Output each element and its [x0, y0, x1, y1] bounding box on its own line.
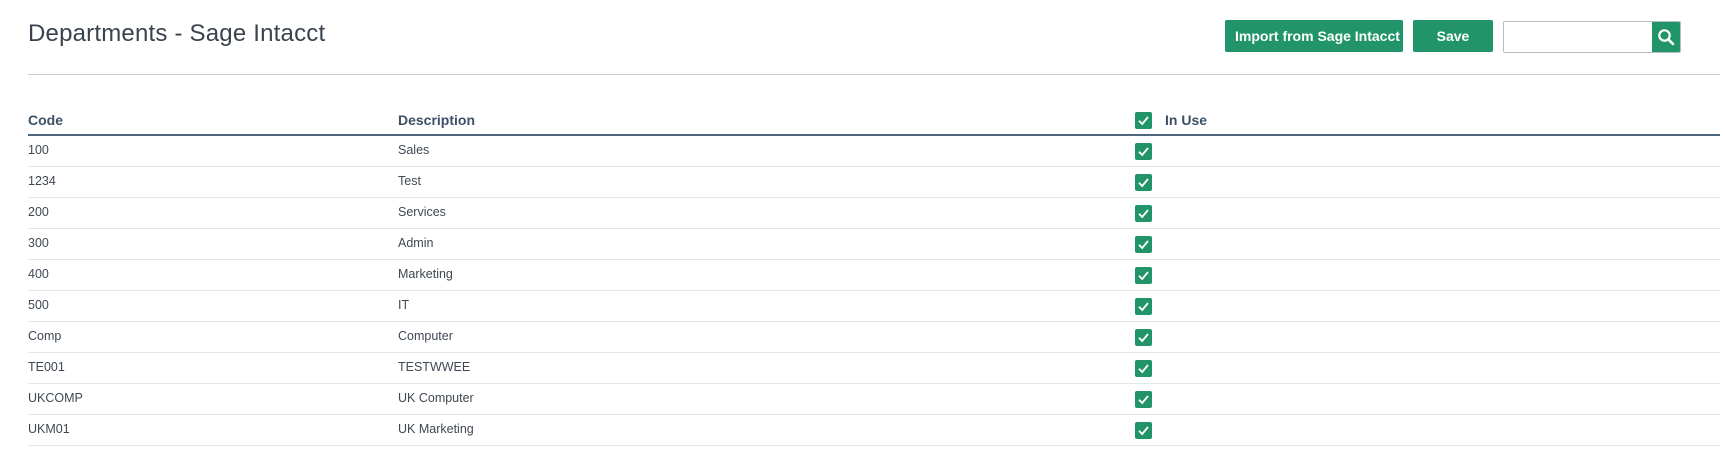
page-title: Departments - Sage Intacct — [28, 20, 326, 47]
cell-code: UKM01 — [28, 422, 70, 436]
cell-description: Test — [398, 174, 421, 188]
cell-description: Services — [398, 205, 446, 219]
cell-code: TE001 — [28, 360, 65, 374]
check-icon — [1138, 426, 1149, 436]
column-header-description: Description — [398, 112, 476, 128]
search-button[interactable] — [1652, 22, 1680, 52]
check-icon — [1138, 271, 1149, 281]
cell-description: Marketing — [398, 267, 453, 281]
header-divider — [28, 74, 1720, 75]
search-box — [1503, 21, 1681, 53]
cell-description: Computer — [398, 329, 453, 343]
table-row: 100 Sales — [28, 136, 1720, 167]
table-header: Code Description In Use — [28, 108, 1720, 136]
cell-description: TESTWWEE — [398, 360, 471, 374]
in-use-checkbox[interactable] — [1135, 143, 1152, 160]
cell-code: 100 — [28, 143, 49, 157]
cell-description: Admin — [398, 236, 434, 250]
in-use-checkbox[interactable] — [1135, 360, 1152, 377]
toolbar: Import from Sage Intacct Save — [1225, 20, 1725, 54]
search-input[interactable] — [1504, 22, 1652, 52]
cell-code: 1234 — [28, 174, 56, 188]
in-use-checkbox[interactable] — [1135, 174, 1152, 191]
check-icon — [1138, 178, 1149, 188]
cell-code: 500 — [28, 298, 49, 312]
table-row: UKCOMP UK Computer — [28, 384, 1720, 415]
check-icon — [1138, 147, 1149, 157]
table-row: 200 Services — [28, 198, 1720, 229]
column-header-in-use: In Use — [1165, 112, 1208, 128]
check-icon — [1138, 364, 1149, 374]
select-all-in-use-checkbox[interactable] — [1135, 112, 1152, 129]
in-use-checkbox[interactable] — [1135, 329, 1152, 346]
check-icon — [1138, 209, 1149, 219]
search-icon — [1658, 29, 1675, 46]
table-row: 500 IT — [28, 291, 1720, 322]
cell-code: Comp — [28, 329, 62, 343]
check-icon — [1138, 302, 1149, 312]
table-body: 100 Sales 1234 Test 200 Services 300 Admin 400 Ma… — [28, 136, 1720, 446]
in-use-checkbox[interactable] — [1135, 205, 1152, 222]
in-use-checkbox[interactable] — [1135, 298, 1152, 315]
departments-table: Code Description In Use 100 Sales 1234 Test… — [28, 108, 1720, 446]
in-use-checkbox[interactable] — [1135, 236, 1152, 253]
check-icon — [1138, 395, 1149, 405]
cell-description: Sales — [398, 143, 430, 157]
cell-description: IT — [398, 298, 410, 312]
table-row: 300 Admin — [28, 229, 1720, 260]
import-from-sage-intacct-button[interactable]: Import from Sage Intacct — [1225, 20, 1403, 52]
cell-code: 400 — [28, 267, 49, 281]
cell-description: UK Marketing — [398, 422, 474, 436]
check-icon — [1138, 240, 1149, 250]
table-row: 1234 Test — [28, 167, 1720, 198]
table-row: Comp Computer — [28, 322, 1720, 353]
table-row: TE001 TESTWWEE — [28, 353, 1720, 384]
cell-code: UKCOMP — [28, 391, 83, 405]
column-header-code: Code — [28, 112, 63, 128]
cell-code: 300 — [28, 236, 49, 250]
check-icon — [1138, 116, 1149, 126]
in-use-checkbox[interactable] — [1135, 422, 1152, 439]
in-use-checkbox[interactable] — [1135, 267, 1152, 284]
in-use-checkbox[interactable] — [1135, 391, 1152, 408]
cell-description: UK Computer — [398, 391, 474, 405]
save-button[interactable]: Save — [1413, 20, 1493, 52]
cell-code: 200 — [28, 205, 49, 219]
table-row: UKM01 UK Marketing — [28, 415, 1720, 446]
table-row: 400 Marketing — [28, 260, 1720, 291]
check-icon — [1138, 333, 1149, 343]
